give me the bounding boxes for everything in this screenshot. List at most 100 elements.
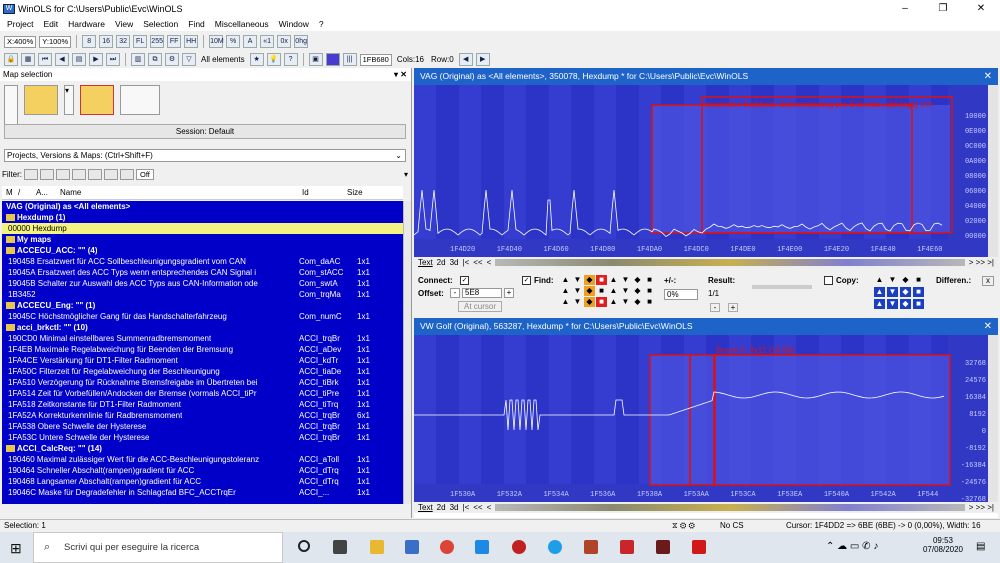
zoom-x-field[interactable]: X:400% <box>4 35 37 48</box>
tree-group[interactable]: Hexdump (1) <box>2 212 403 223</box>
nav-forward-icon[interactable]: > >> >| <box>969 258 994 267</box>
map-icon[interactable]: ▥ <box>131 53 145 66</box>
find-arrow-icon[interactable]: ■ <box>644 275 655 285</box>
hexdump-graph-2[interactable]: Bosch II: 8x12 (16 Bit) 1F530A 1F532A 1F534… <box>414 335 988 502</box>
copy-arrow-icon[interactable]: ◆ <box>900 287 911 297</box>
edge-icon[interactable] <box>548 540 562 554</box>
find-arrow-icon[interactable]: ▼ <box>620 286 631 296</box>
tab-2d[interactable]: 2d <box>437 258 446 267</box>
find-arrow-icon[interactable]: ◆ <box>632 297 643 307</box>
filter-icon[interactable]: ▽ <box>182 53 196 66</box>
grid-icon[interactable]: ▦ <box>21 53 35 66</box>
find-arrow-icon[interactable]: ▼ <box>620 275 631 285</box>
copy-arrow-icon[interactable]: ◆ <box>900 299 911 309</box>
table-row[interactable]: 190464 Schneller Abschalt(rampen)gradien… <box>2 465 403 476</box>
session-button[interactable]: Session: Default <box>4 124 406 139</box>
percent-button[interactable]: % <box>226 35 241 48</box>
maximize-button[interactable]: ❐ <box>924 0 962 17</box>
find-arrow-icon[interactable]: ◆ <box>584 275 595 285</box>
filter-lines-icon[interactable] <box>120 168 134 180</box>
bits-16-button[interactable]: 16 <box>99 35 114 48</box>
app-icon-3[interactable] <box>656 540 670 554</box>
tray-icons[interactable]: ⌃ ☁ ▭ ✆ ♪ <box>826 541 878 552</box>
bits-32-button[interactable]: 32 <box>116 35 131 48</box>
hex-0x-button[interactable]: 0x <box>277 35 292 48</box>
tools-icon[interactable]: ⚙ <box>165 53 179 66</box>
copy-arrow-icon[interactable]: ■ <box>913 287 924 297</box>
table-row[interactable]: 190460 Maximal zulässiger Wert für die A… <box>2 454 403 465</box>
columns-icon[interactable]: ||| <box>342 53 357 66</box>
tree-group[interactable]: My maps <box>2 234 403 245</box>
tab-text[interactable]: Text <box>418 258 433 267</box>
row-field[interactable]: Row:0 <box>429 55 456 64</box>
star-icon[interactable]: ★ <box>249 53 264 66</box>
tree-group[interactable]: ACCECU_Eng: "" (1) <box>2 300 403 311</box>
nav-first[interactable]: |< <box>462 258 469 267</box>
copy-arrow-icon[interactable]: ■ <box>913 275 924 285</box>
filter-3d-icon[interactable] <box>56 168 70 180</box>
overview-strip[interactable] <box>495 259 965 266</box>
find-arrow-icon[interactable]: ▼ <box>572 297 583 307</box>
address-field[interactable]: 1FB680 <box>359 53 392 66</box>
result-minus-button[interactable]: - <box>710 303 720 312</box>
text-a-button[interactable]: A <box>243 35 258 48</box>
menu-find[interactable]: Find <box>183 19 210 29</box>
table-row[interactable]: 1F4EB Maximale Regelabweichung für Beend… <box>2 344 403 355</box>
percent-select[interactable]: 0% <box>664 289 698 300</box>
table-row[interactable]: 1FA538 Obere Schwelle der Hysterese ACCI_… <box>2 421 403 432</box>
copy-arrow-icon[interactable]: ▼ <box>887 275 898 285</box>
bulb-icon[interactable]: 💡 <box>266 53 281 66</box>
app-icon-1[interactable] <box>584 540 598 554</box>
graph-1-scrollbar[interactable] <box>988 85 998 257</box>
arrow-left-icon[interactable]: ◀ <box>458 53 473 66</box>
task-view-icon[interactable] <box>333 540 347 554</box>
window-tools-icon[interactable] <box>120 85 160 115</box>
new-project-icon[interactable] <box>4 85 18 125</box>
table-row[interactable]: 190CD0 Minimal einstellbares Summenradbr… <box>2 333 403 344</box>
cortana-icon[interactable] <box>298 540 310 552</box>
copy-arrow-icon[interactable]: ▲ <box>874 275 885 285</box>
find-arrow-icon[interactable]: ◆ <box>584 297 595 307</box>
find-arrow-icon[interactable]: ▲ <box>560 297 571 307</box>
open-folder-icon[interactable] <box>24 85 58 115</box>
window-2-title[interactable]: VW Golf (Original), 563287, Hexdump * fo… <box>414 318 998 335</box>
find-arrow-icon[interactable]: ▼ <box>572 286 583 296</box>
cols-field[interactable]: Cols:16 <box>395 55 426 64</box>
col-slash[interactable]: / <box>18 186 20 200</box>
find-arrow-icon[interactable]: ■ <box>596 286 607 296</box>
elements-label[interactable]: All elements <box>199 55 247 64</box>
tree-group[interactable]: ACCI_CalcReq: "" (14) <box>2 443 403 454</box>
menu-window[interactable]: Window <box>274 19 314 29</box>
find-arrow-icon[interactable]: ◆ <box>584 286 595 296</box>
connect-checkbox[interactable]: ✓ <box>460 276 469 285</box>
copy-arrow-icon[interactable]: ▲ <box>874 299 885 309</box>
find-arrow-icon[interactable]: ▲ <box>560 286 571 296</box>
table-icon[interactable]: ▤ <box>72 53 86 66</box>
file-explorer-icon[interactable] <box>370 540 384 554</box>
zoom-y-field[interactable]: Y:100% <box>39 35 72 48</box>
close-icon[interactable]: ✕ <box>984 68 992 85</box>
find-arrow-icon[interactable]: ◆ <box>632 286 643 296</box>
close-pane-icon[interactable]: ▾ ✕ <box>394 68 407 81</box>
hex-hh-button[interactable]: HH <box>184 35 199 48</box>
nav-fast-back[interactable]: << <box>473 503 482 512</box>
table-row[interactable]: 1B3452 Com_trqMa 1x1 <box>2 289 403 300</box>
org-button[interactable]: 0hg <box>294 35 309 48</box>
tree-group[interactable]: ACCECU_ACC: "" (4) <box>2 245 403 256</box>
menu-help[interactable]: ? <box>314 19 329 29</box>
find-arrow-icon[interactable]: ■ <box>596 275 607 285</box>
find-arrow-icon[interactable]: ▲ <box>608 286 619 296</box>
find-arrow-icon[interactable]: ■ <box>596 297 607 307</box>
tree-group[interactable]: acci_brkctl: "" (10) <box>2 322 403 333</box>
bits-8-button[interactable]: 8 <box>82 35 97 48</box>
col-a[interactable]: A... <box>36 186 48 200</box>
copy-arrow-icon[interactable]: ▼ <box>887 287 898 297</box>
hex-ff-button[interactable]: FF <box>167 35 182 48</box>
col-m[interactable]: M <box>6 186 13 200</box>
result-plus-button[interactable]: + <box>728 303 738 312</box>
offset-minus-button[interactable]: - <box>450 288 460 298</box>
panel-close-icon[interactable]: x <box>982 276 994 286</box>
open-dropdown-icon[interactable]: ▾ <box>64 85 74 115</box>
col-name[interactable]: Name <box>60 186 81 200</box>
table-row[interactable]: 19046C Maske für Degradefehler in Schlag… <box>2 487 403 498</box>
